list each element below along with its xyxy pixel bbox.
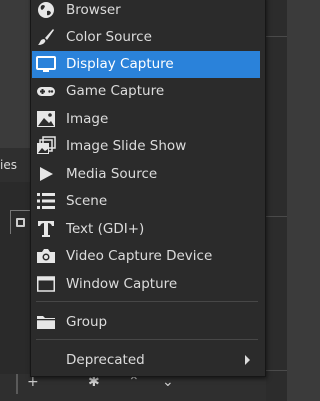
window-icon xyxy=(37,276,55,292)
menu-item-game-capture[interactable]: Game Capture xyxy=(32,78,260,105)
menu-separator xyxy=(36,301,258,302)
menu-item-label: Image Slide Show xyxy=(66,138,187,154)
submenu-arrow-icon xyxy=(245,355,250,365)
camera-icon xyxy=(37,249,55,263)
background-tab-label: ies xyxy=(0,158,17,172)
background-tab[interactable]: ies xyxy=(0,148,30,184)
source-checkbox[interactable] xyxy=(16,218,25,227)
play-icon xyxy=(40,167,53,181)
menu-item-video-capture-device[interactable]: Video Capture Device xyxy=(32,243,260,270)
menu-item-label: Video Capture Device xyxy=(66,248,213,264)
menu-item-label: Scene xyxy=(66,193,108,209)
monitor-icon xyxy=(36,56,56,72)
gamepad-icon xyxy=(37,87,55,96)
paintbrush-icon xyxy=(38,29,54,45)
menu-item-deprecated[interactable]: Deprecated xyxy=(32,347,260,374)
folder-icon xyxy=(37,316,55,329)
menu-item-browser[interactable]: Browser xyxy=(32,0,260,24)
scrollbar[interactable] xyxy=(16,374,18,394)
menu-item-scene[interactable]: Scene xyxy=(32,188,260,215)
background-panel-right xyxy=(266,0,287,401)
menu-item-label: Image xyxy=(66,111,109,127)
menu-item-label: Deprecated xyxy=(66,352,145,368)
list-icon xyxy=(37,193,55,209)
menu-item-label: Color Source xyxy=(66,29,152,45)
text-icon xyxy=(38,221,54,237)
slideshow-icon xyxy=(37,136,56,154)
menu-item-label: Text (GDI+) xyxy=(66,221,145,237)
menu-item-label: Display Capture xyxy=(66,56,174,72)
menu-item-text-gdi[interactable]: Text (GDI+) xyxy=(32,216,260,243)
menu-item-image[interactable]: Image xyxy=(32,106,260,133)
add-source-context-menu: Browser Color Source Display Capture Gam… xyxy=(30,0,266,377)
menu-item-group[interactable]: Group xyxy=(32,309,260,336)
menu-item-display-capture[interactable]: Display Capture xyxy=(32,51,260,78)
menu-item-window-capture[interactable]: Window Capture xyxy=(32,271,260,298)
menu-item-image-slide-show[interactable]: Image Slide Show xyxy=(32,133,260,160)
menu-item-label: Window Capture xyxy=(66,276,178,292)
menu-separator xyxy=(36,339,258,340)
image-icon xyxy=(37,111,55,127)
menu-item-label: Media Source xyxy=(66,166,158,182)
menu-item-label: Group xyxy=(66,314,108,330)
menu-item-color-source[interactable]: Color Source xyxy=(32,24,260,51)
menu-item-label: Game Capture xyxy=(66,83,165,99)
menu-item-media-source[interactable]: Media Source xyxy=(32,161,260,188)
globe-icon xyxy=(38,2,54,18)
menu-item-label: Browser xyxy=(66,2,121,18)
